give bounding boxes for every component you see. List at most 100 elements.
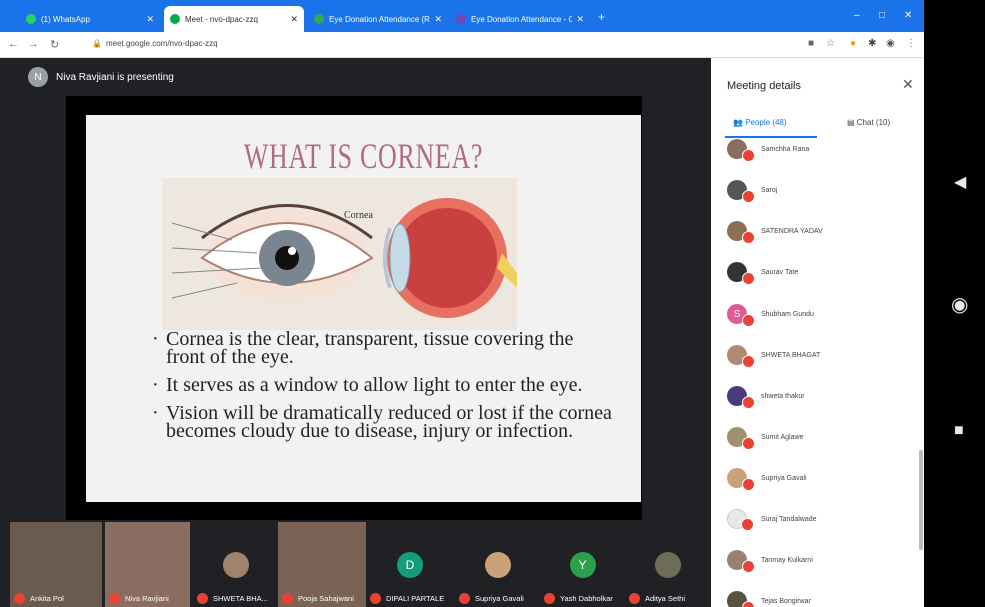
list-item[interactable]: SATENDRA YADAV (727, 216, 823, 246)
minimize-icon[interactable]: – (854, 10, 860, 21)
avatar: D (397, 552, 423, 578)
slide-title: WHAT IS CORNEA? (243, 136, 484, 176)
tab-chat[interactable]: ▤ Chat (10) (847, 118, 890, 127)
forward-icon[interactable]: → (28, 38, 39, 50)
mic-muted-icon (742, 314, 755, 327)
mic-muted-icon (742, 478, 755, 491)
avatar: S (727, 304, 755, 327)
maximize-icon[interactable]: □ (879, 10, 885, 21)
mic-muted-icon (742, 355, 755, 368)
close-icon[interactable]: ✕ (434, 14, 442, 25)
avatar (727, 427, 755, 450)
mic-muted-icon (742, 149, 755, 162)
camera-icon[interactable]: ■ (808, 38, 814, 49)
list-item[interactable]: Supriya Gavali (727, 463, 807, 493)
list-item[interactable]: Tejas Bongirwar (727, 586, 811, 607)
participant-tile[interactable]: Supriya Gavali (455, 522, 540, 607)
extension-icon[interactable]: ● (850, 38, 856, 49)
avatar (727, 468, 755, 491)
bullet-item: It serves as a window to allow light to … (152, 375, 612, 395)
url-field[interactable]: 🔒 meet.google.com/nvo-dpac-zzq (92, 39, 218, 48)
chat-icon: ▤ (847, 118, 857, 127)
menu-icon[interactable]: ⋮ (906, 38, 916, 49)
participant-filmstrip: Ankita Pol Niva Ravjiani SHWETA BHA... P… (0, 522, 711, 607)
new-tab-button[interactable]: + (598, 10, 605, 24)
participant-tile[interactable]: Pooja Sahajwani (278, 522, 366, 607)
list-item[interactable]: SHWETA BHAGAT (727, 340, 820, 370)
participant-tile[interactable]: Ankita Pol (10, 522, 102, 607)
list-item[interactable]: Samchha Rana (727, 138, 809, 164)
home-circle-icon[interactable]: ◉ (951, 292, 968, 317)
tab-eye-donation-responses[interactable]: Eye Donation Attendance (Resp✕ (308, 6, 448, 32)
tab-people[interactable]: 👥 People (48) (733, 118, 787, 127)
presenter-banner: N Niva Ravjiani is presenting (28, 67, 174, 87)
lock-icon: 🔒 (92, 39, 102, 48)
bullet-list: Cornea is the clear, transparent, tissue… (152, 329, 612, 450)
mic-muted-icon (742, 437, 755, 450)
back-icon[interactable]: ← (8, 38, 19, 50)
list-item[interactable]: Tanmay Kulkarni (727, 545, 813, 575)
eye-diagram-image: Cornea (162, 178, 517, 330)
participant-tile[interactable]: D DIPALI PARTALE (366, 522, 454, 607)
recents-square-icon[interactable]: ■ (954, 422, 964, 440)
participant-tile[interactable]: Aditya Sethi (625, 522, 711, 607)
panel-title: Meeting details (727, 80, 801, 92)
list-item[interactable]: Suraj Tandalwade (727, 504, 817, 534)
close-icon[interactable]: ✕ (290, 14, 298, 25)
close-panel-icon[interactable]: ✕ (902, 76, 914, 93)
bullet-item: Vision will be dramatically reduced or l… (152, 403, 612, 441)
avatar (727, 345, 755, 368)
mic-muted-icon (741, 518, 754, 531)
list-item[interactable]: shweta thakur (727, 381, 805, 411)
mic-muted-icon (742, 272, 755, 285)
participant-tile[interactable]: SHWETA BHA... (193, 522, 278, 607)
bullet-item: Cornea is the clear, transparent, tissue… (152, 329, 612, 367)
mic-muted-icon (742, 560, 755, 573)
mic-muted-icon (742, 190, 755, 203)
profile-icon[interactable]: ◉ (886, 38, 895, 49)
mic-muted-icon (742, 396, 755, 409)
close-icon[interactable]: ✕ (576, 14, 584, 25)
avatar (727, 180, 755, 203)
list-item[interactable]: Saroj (727, 175, 777, 205)
forms-icon (314, 14, 324, 24)
cornea-label: Cornea (344, 210, 373, 221)
browser-tab-strip: (1) WhatsApp ✕ Meet - nvo-dpac-zzq ✕ Eye D… (0, 0, 924, 32)
whatsapp-icon (26, 14, 36, 24)
reload-icon[interactable]: ↻ (50, 38, 59, 51)
people-list: Samchha Rana Saroj SATENDRA YADAV Saurav… (727, 138, 917, 607)
close-icon[interactable]: ✕ (146, 14, 154, 25)
puzzle-icon[interactable]: ✱ (868, 38, 876, 49)
avatar (727, 386, 755, 409)
meet-icon (170, 14, 180, 24)
avatar (222, 552, 249, 578)
avatar (484, 552, 511, 578)
avatar (727, 221, 755, 244)
address-bar: ← → ↻ 🔒 meet.google.com/nvo-dpac-zzq ■ ☆ … (0, 32, 924, 58)
avatar (727, 139, 755, 162)
tab-meet[interactable]: Meet - nvo-dpac-zzq ✕ (164, 6, 304, 32)
list-item[interactable]: Saurav Tate (727, 257, 798, 287)
participant-tile[interactable]: Y Yash Dabholkar (540, 522, 625, 607)
avatar: N (28, 67, 48, 87)
avatar: Y (569, 552, 596, 578)
avatar (727, 262, 755, 285)
list-item[interactable]: S Shubham Gundu (727, 299, 814, 329)
avatar (655, 552, 681, 578)
tab-eye-donation-form[interactable]: Eye Donation Attendance - Goo ✕ (450, 6, 590, 32)
avatar (727, 509, 754, 531)
mic-muted-icon (742, 231, 755, 244)
tab-whatsapp[interactable]: (1) WhatsApp ✕ (20, 6, 160, 32)
avatar (727, 550, 755, 573)
star-icon[interactable]: ☆ (826, 38, 835, 49)
meeting-details-panel: Meeting details ✕ 👥 People (48) ▤ Chat (… (711, 58, 924, 607)
presentation-slide: WHAT IS CORNEA? Cornea Cornea is the cle… (86, 115, 641, 502)
scrollbar[interactable] (919, 450, 923, 550)
back-triangle-icon[interactable]: ◀ (954, 172, 966, 192)
participant-tile[interactable]: Niva Ravjiani (105, 522, 190, 607)
mic-muted-icon (742, 601, 755, 607)
people-icon: 👥 (733, 118, 746, 127)
window-close-icon[interactable]: ✕ (904, 10, 912, 21)
list-item[interactable]: Sumit Aglawe (727, 422, 803, 452)
avatar (727, 591, 755, 607)
